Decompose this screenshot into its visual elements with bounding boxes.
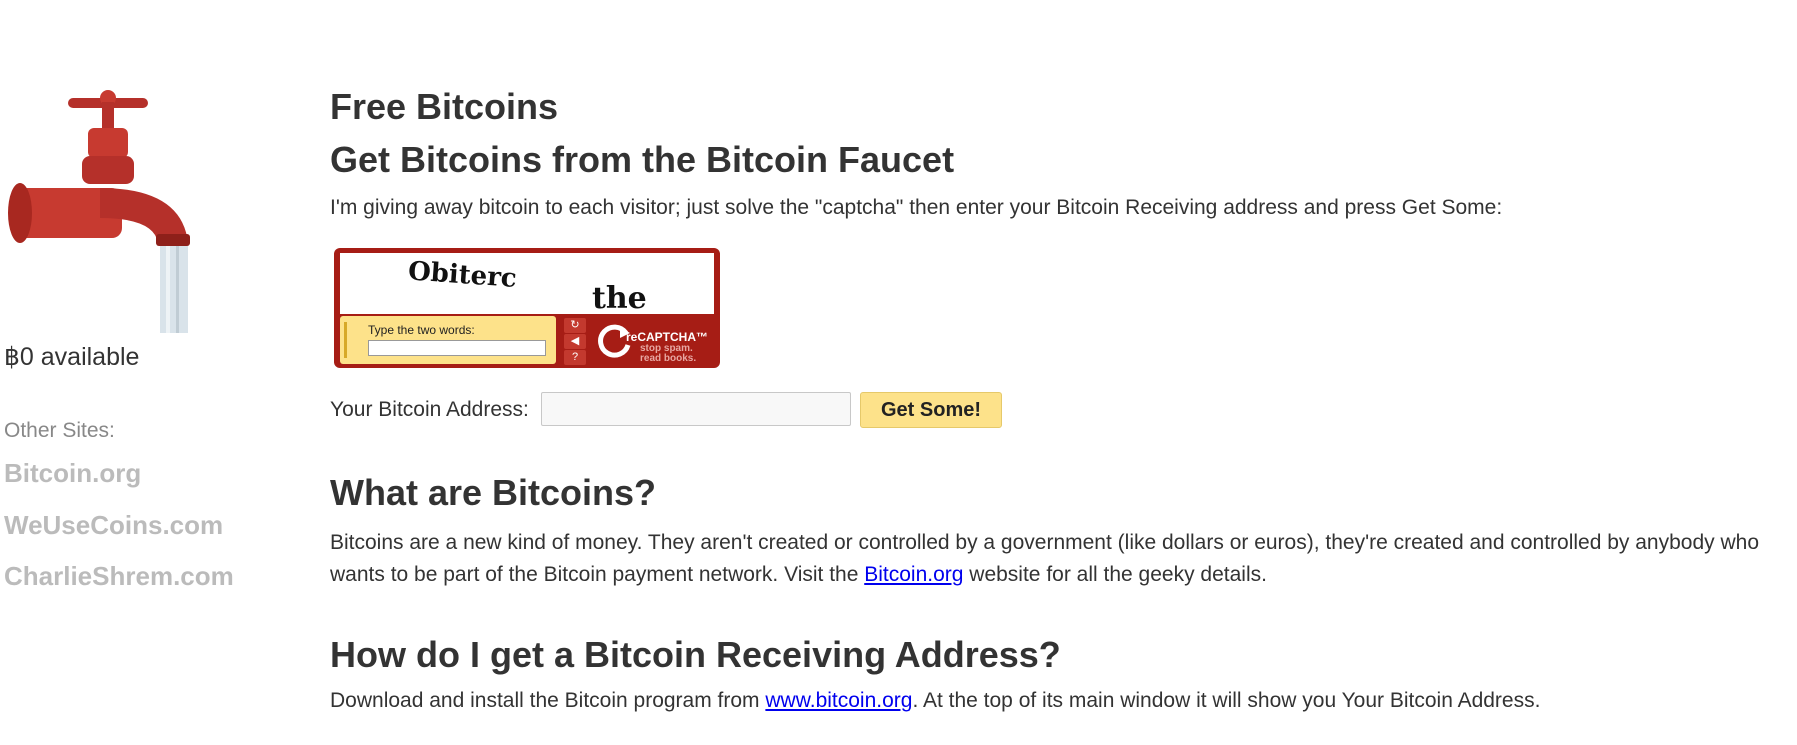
how-text-part-1: Download and install the Bitcoin program… (330, 689, 766, 712)
captcha-word-1: Obiterc (407, 256, 518, 294)
recaptcha-tagline-2: read books. (640, 353, 697, 364)
recaptcha-tagline: stop spam. read books. (640, 344, 696, 364)
captcha-entry-label: Type the two words: (368, 323, 475, 337)
what-are-bitcoins-text: Bitcoins are a new kind of money. They a… (330, 527, 1790, 591)
captcha-refresh-icon[interactable]: ↻ (564, 318, 586, 333)
faucet-icon (0, 38, 192, 333)
bitcoin-address-input[interactable] (541, 392, 851, 426)
recaptcha-logo-text: reCAPTCHA™ (626, 330, 709, 344)
what-are-bitcoins-heading: What are Bitcoins? (330, 472, 657, 513)
recaptcha-logo: reCAPTCHA™ stop spam. read books. (596, 318, 712, 364)
intro-text: I'm giving away bitcoin to each visitor;… (330, 196, 1503, 219)
receiving-address-heading: How do I get a Bitcoin Receiving Address… (330, 634, 1061, 675)
captcha-image: Obiterc the (340, 253, 714, 314)
site-link-bitcoin-org[interactable]: Bitcoin.org (4, 458, 141, 489)
how-text-part-2: . At the top of its main window it will … (912, 689, 1541, 712)
address-label: Your Bitcoin Address: (330, 398, 529, 421)
captcha-word-2: the (592, 281, 647, 314)
sidebar: ฿0 available Other Sites: Bitcoin.org We… (0, 0, 290, 745)
site-link-weusecoins[interactable]: WeUseCoins.com (4, 510, 223, 541)
receiving-address-text: Download and install the Bitcoin program… (330, 689, 1540, 713)
captcha-entry-box: Type the two words: (340, 316, 556, 364)
other-sites-label: Other Sites: (4, 419, 115, 442)
available-balance: ฿0 available (4, 343, 140, 371)
main-content: Free Bitcoins Get Bitcoins from the Bitc… (330, 0, 1790, 745)
bitcoin-org-link[interactable]: Bitcoin.org (864, 563, 963, 586)
what-text-part-2: website for all the geeky details. (963, 563, 1267, 586)
www-bitcoin-org-link[interactable]: www.bitcoin.org (765, 689, 912, 712)
site-link-charlieshrem[interactable]: CharlieShrem.com (4, 561, 234, 592)
get-some-button[interactable]: Get Some! (860, 392, 1002, 428)
captcha-input[interactable] (368, 340, 546, 356)
page-title: Free Bitcoins (330, 86, 559, 127)
page-subtitle: Get Bitcoins from the Bitcoin Faucet (330, 139, 955, 180)
captcha-arrow-icon (344, 322, 357, 358)
captcha-help-icon[interactable]: ? (564, 350, 586, 365)
recaptcha-widget: Obiterc the Type the two words: ↻ ◀ ? re… (334, 248, 720, 368)
captcha-audio-icon[interactable]: ◀ (564, 334, 586, 349)
